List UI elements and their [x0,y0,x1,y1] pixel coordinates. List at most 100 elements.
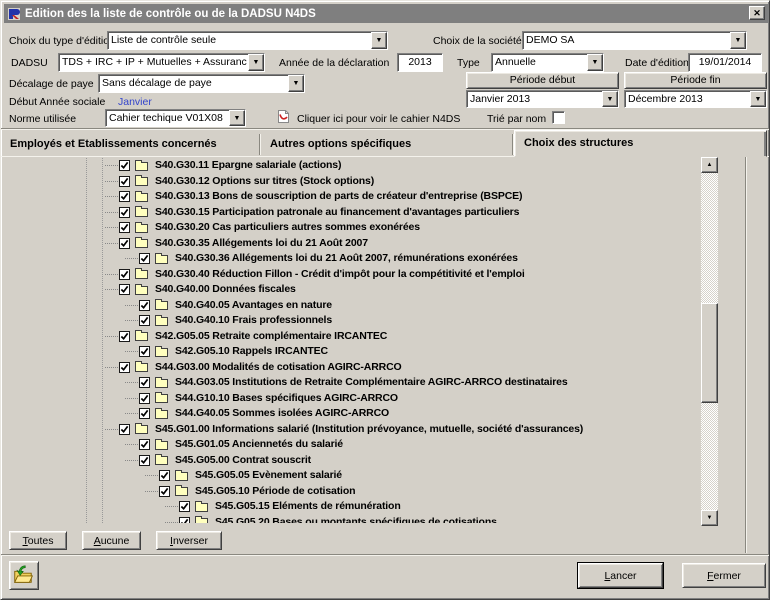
tree-checkbox[interactable] [119,176,130,187]
tree-checkbox[interactable] [119,331,130,342]
tree-row-label[interactable]: S45.G01.05 Anciennetés du salarié [175,438,343,450]
tree-row-label[interactable]: S44.G40.05 Sommes isolées AGIRC-ARRCO [175,407,389,419]
check-icon [120,223,129,232]
tree-checkbox[interactable] [139,346,150,357]
check-icon [120,177,129,186]
decalage-paye-combobox[interactable]: Sans décalage de paye ▼ [98,74,305,93]
tree-row-label[interactable]: S40.G40.10 Frais professionnels [175,314,332,326]
decalage-paye-label: Décalage de paye [9,78,94,90]
tree-checkbox[interactable] [139,393,150,404]
tree-checkbox[interactable] [159,486,170,497]
folder-icon [175,487,188,496]
annee-declaration-field[interactable]: 2013 [397,53,443,72]
tree-row-label[interactable]: S40.G30.12 Options sur titres (Stock opt… [155,175,374,187]
tree-row-label[interactable]: S45.G01.00 Informations salarié (Institu… [155,423,583,435]
tree-checkbox[interactable] [119,160,130,171]
tree-row-label[interactable]: S40.G40.05 Avantages en nature [175,299,332,311]
folder-icon [155,301,168,310]
scroll-up-icon[interactable]: ▲ [701,157,718,173]
tree-row-label[interactable]: S45.G05.15 Eléments de rémunération [215,500,401,512]
debut-annee-sociale-value: Janvier [118,96,152,108]
export-folder-button[interactable] [9,561,39,590]
tree-row-label[interactable]: S40.G30.40 Réduction Fillon - Crédit d'i… [155,268,525,280]
type-edition-combobox[interactable]: Liste de contrôle seule ▼ [107,31,388,50]
tree-checkbox[interactable] [119,207,130,218]
close-icon[interactable]: ✕ [749,6,765,20]
type-periode-combobox[interactable]: Annuelle ▼ [491,53,604,72]
cahier-n4ds-link[interactable]: Cliquer ici pour voir le cahier N4DS [297,113,460,125]
periode-debut-button[interactable]: Période début [466,72,619,89]
tri-par-nom-checkbox[interactable] [552,111,565,124]
tree-row-label[interactable]: S40.G30.13 Bons de souscription de parts… [155,190,522,202]
dadsu-combobox[interactable]: TDS + IRC + IP + Mutuelles + Assuranc ▼ [58,53,265,72]
tab[interactable]: Autres options spécifiques [261,134,513,155]
tree-row-label[interactable]: S44.G10.10 Bases spécifiques AGIRC-ARRCO [175,392,398,404]
chevron-down-icon[interactable]: ▼ [750,91,766,107]
chevron-down-icon[interactable]: ▼ [602,91,618,107]
chevron-down-icon[interactable]: ▼ [288,75,304,92]
tree-row-label[interactable]: S40.G30.15 Participation patronale au fi… [155,206,519,218]
tree-checkbox[interactable] [139,408,150,419]
pdf-icon[interactable] [277,109,290,124]
periode-fin-combobox[interactable]: Décembre 2013 ▼ [624,90,767,108]
tree-row-label[interactable]: S44.G03.00 Modalités de cotisation AGIRC… [155,361,402,373]
date-edition-field[interactable]: 19/01/2014 [688,53,762,72]
tree-checkbox[interactable] [139,377,150,388]
periode-fin-button[interactable]: Période fin [624,72,767,89]
folder-icon [155,379,168,388]
tree-checkbox[interactable] [179,517,190,524]
tree-row-label[interactable]: S42.G05.10 Rappels IRCANTEC [175,345,328,357]
tab[interactable]: Choix des structures [514,130,767,157]
tree-row-label[interactable]: S40.G40.00 Données fiscales [155,283,296,295]
tree-connector [105,243,118,244]
tree-checkbox[interactable] [119,362,130,373]
inverser-button[interactable]: Inverser [156,531,222,550]
tree-checkbox[interactable] [119,222,130,233]
tree-row-label[interactable]: S40.G30.36 Allégements loi du 21 Août 20… [175,252,518,264]
tree-row-label[interactable]: S40.G30.35 Allégements loi du 21 Août 20… [155,237,368,249]
societe-combobox[interactable]: DEMO SA ▼ [522,31,747,50]
tree-row-label[interactable]: S45.G05.10 Période de cotisation [195,485,355,497]
title-bar[interactable]: Edition des la liste de contrôle ou de l… [4,4,768,23]
tree-checkbox[interactable] [139,455,150,466]
tree-checkbox[interactable] [119,191,130,202]
tree-row-label[interactable]: S45.G05.20 Bases ou montants spécifiques… [215,516,497,524]
tree-checkbox[interactable] [139,315,150,326]
tree-row-label[interactable]: S42.G05.05 Retraite complémentaire IRCAN… [155,330,387,342]
tree-row-label[interactable]: S45.G05.05 Evènement salarié [195,469,342,481]
tree-row: S40.G40.00 Données fiscales [3,282,701,298]
tree-row-label[interactable]: S40.G30.11 Epargne salariale (actions) [155,159,341,171]
tree-checkbox[interactable] [179,501,190,512]
chevron-down-icon[interactable]: ▼ [371,32,387,49]
tree-vertical-scrollbar[interactable]: ▲ ▼ [701,157,718,526]
tree-row-label[interactable]: S44.G03.05 Institutions de Retraite Comp… [175,376,568,388]
scrollbar-thumb[interactable] [701,303,718,403]
toutes-button[interactable]: Toutes [9,531,67,550]
tree-connector [105,429,118,430]
tree-row-label[interactable]: S40.G30.20 Cas particuliers autres somme… [155,221,420,233]
folder-icon [135,177,148,186]
tree-checkbox[interactable] [139,300,150,311]
chevron-down-icon[interactable]: ▼ [730,32,746,49]
fermer-button[interactable]: Fermer [682,563,766,588]
tree-checkbox[interactable] [139,253,150,264]
chevron-down-icon[interactable]: ▼ [587,54,603,71]
chevron-down-icon[interactable]: ▼ [229,110,245,126]
tree-checkbox[interactable] [119,284,130,295]
periode-debut-combobox[interactable]: Janvier 2013 ▼ [466,90,619,108]
norme-combobox[interactable]: Cahier techique V01X08 ▼ [105,109,246,127]
tree-checkbox[interactable] [119,424,130,435]
tree-connector [105,227,118,228]
tree-row-label[interactable]: S45.G05.00 Contrat souscrit [175,454,311,466]
tree-checkbox[interactable] [119,238,130,249]
scroll-down-icon[interactable]: ▼ [701,510,718,526]
aucune-button[interactable]: Aucune [82,531,141,550]
tree-row: S42.G05.05 Retraite complémentaire IRCAN… [3,329,701,345]
check-icon [140,440,149,449]
chevron-down-icon[interactable]: ▼ [248,54,264,71]
tree-checkbox[interactable] [159,470,170,481]
tree-checkbox[interactable] [139,439,150,450]
tab[interactable]: Employés et Etablissements concernés [1,134,260,155]
lancer-button[interactable]: Lancer [578,563,663,588]
tree-checkbox[interactable] [119,269,130,280]
